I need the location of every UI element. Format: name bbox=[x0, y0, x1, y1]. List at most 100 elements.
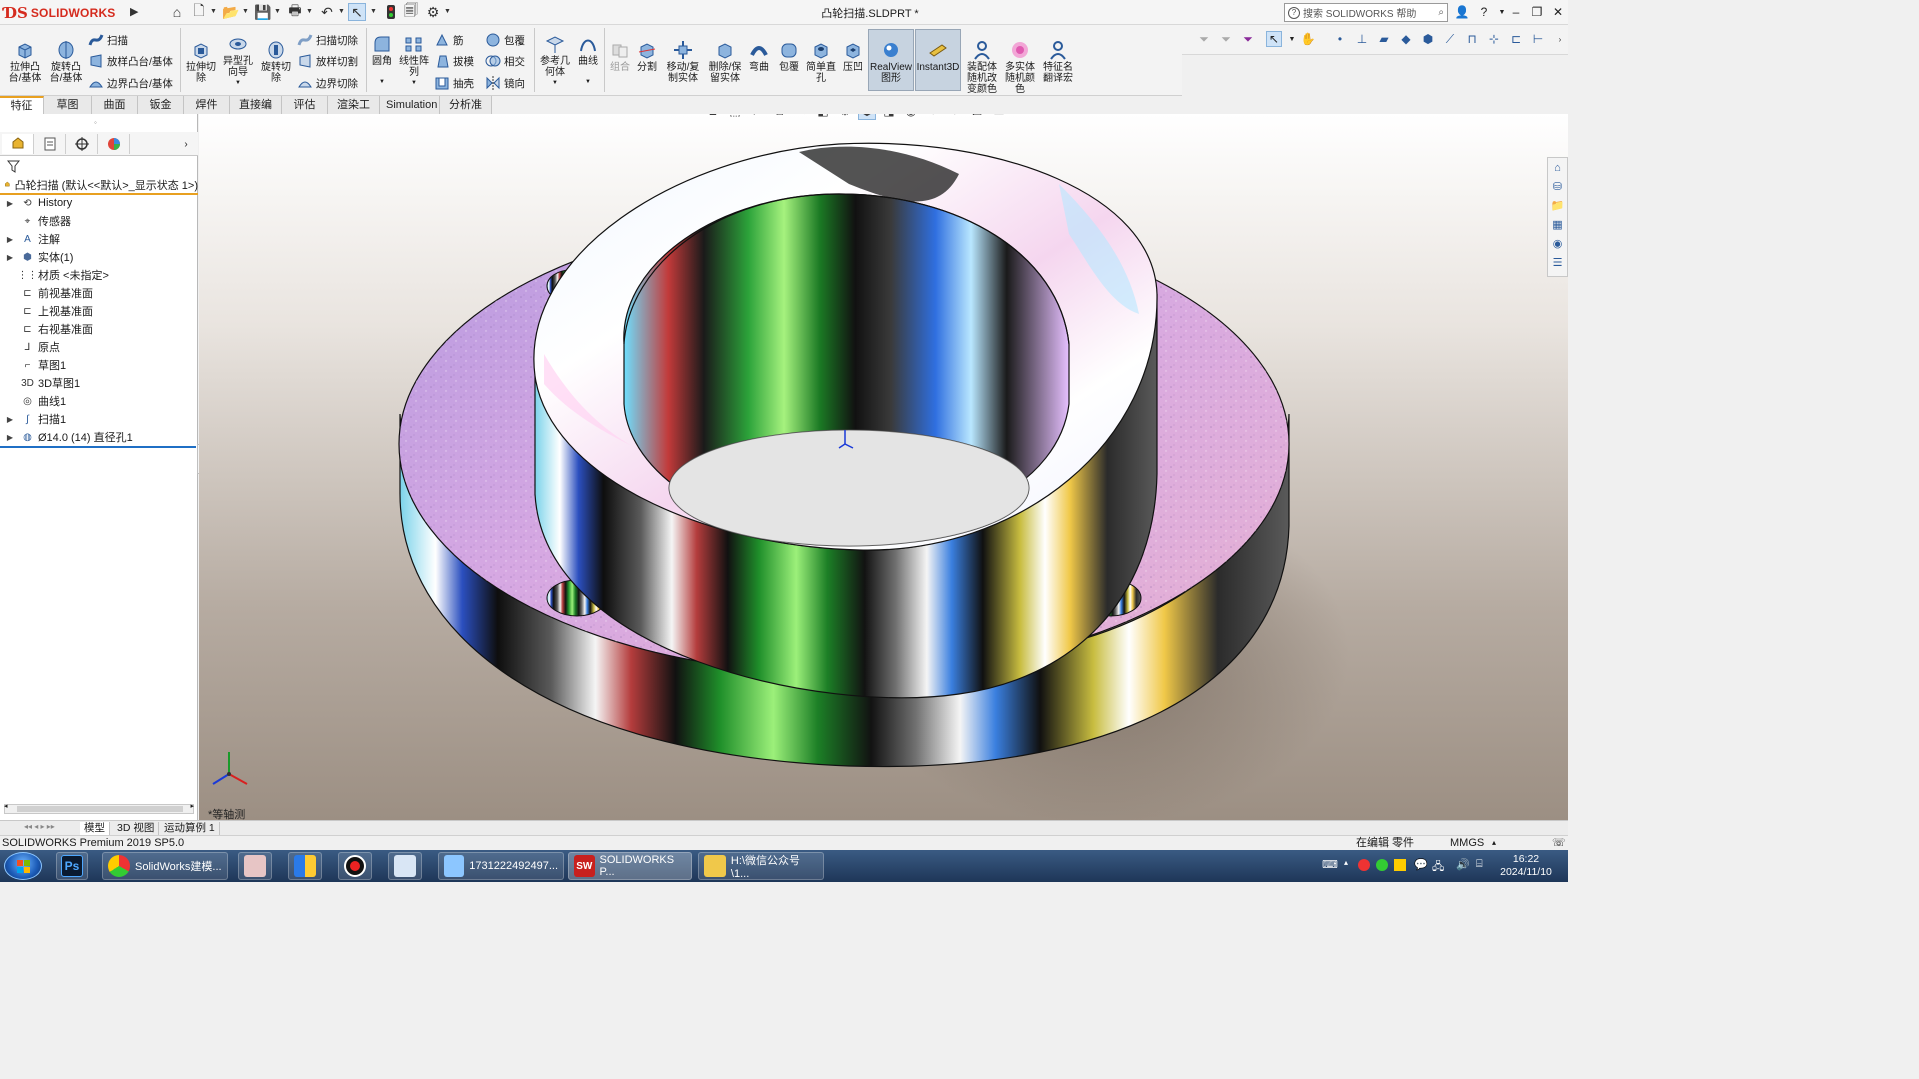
taskbar-app-2[interactable] bbox=[238, 852, 272, 880]
status-help-icon[interactable]: ☏ bbox=[1552, 836, 1566, 850]
search-icon[interactable]: ⌕ bbox=[1438, 7, 1444, 18]
mirror-button[interactable]: 镜向 bbox=[485, 75, 525, 91]
flex-button[interactable]: 弯曲 bbox=[746, 39, 772, 73]
combine-button[interactable]: 组合 bbox=[607, 39, 633, 73]
cam-part-model[interactable] bbox=[199, 114, 1568, 820]
expand-arrow-icon[interactable]: ▶ bbox=[4, 433, 16, 442]
dynamic-annotation-icon[interactable]: ✎ bbox=[792, 114, 810, 120]
taskbar-chrome[interactable]: SolidWorks建模... bbox=[102, 852, 228, 880]
fillet-button[interactable]: 圆角 ▼ bbox=[369, 33, 395, 88]
horizontal-scrollbar[interactable]: ◂ ▸ bbox=[4, 802, 194, 814]
network-icon[interactable]: 🖧 bbox=[1432, 858, 1444, 877]
swept-cut-button[interactable]: 扫描切除 bbox=[297, 32, 358, 48]
tree-item[interactable]: ▶ ⬢ 实体(1) bbox=[0, 248, 198, 266]
filter-toolbar-icon[interactable]: ⏷ bbox=[1240, 31, 1256, 47]
monitor-icon[interactable]: ▭ bbox=[990, 114, 1008, 120]
tree-item[interactable]: ⋮⋮ 材质 <未指定> bbox=[0, 266, 198, 284]
apply-scene-icon[interactable]: ◐ bbox=[946, 114, 964, 120]
edit-appearance-icon[interactable]: ✦ bbox=[924, 114, 942, 120]
wrap-button[interactable]: 包覆 bbox=[485, 32, 525, 48]
menu-expand-icon[interactable]: ▶ bbox=[130, 5, 138, 18]
move-copy-body-button[interactable]: 移动/复 制实体 bbox=[663, 39, 703, 84]
chevron-down-icon[interactable]: ▼ bbox=[338, 8, 345, 15]
indent-button[interactable]: 压凹 bbox=[840, 39, 866, 73]
tree-item[interactable]: ⊏ 前视基准面 bbox=[0, 284, 198, 302]
minimize-window-button[interactable]: – bbox=[1506, 2, 1526, 22]
expand-arrow-icon[interactable]: ▶ bbox=[4, 199, 16, 208]
select-pointer-icon[interactable]: ↖ bbox=[348, 3, 366, 21]
solidworks-resources-icon[interactable]: ⌂ bbox=[1548, 158, 1567, 177]
open-icon[interactable]: 📂 bbox=[222, 3, 240, 21]
chevron-up-icon[interactable]: ▴ bbox=[1492, 836, 1496, 850]
tab-sheet-metal[interactable]: 钣金 bbox=[138, 96, 184, 114]
scroll-left-icon[interactable]: ◂ bbox=[4, 802, 8, 810]
filter-edges-icon[interactable]: ⏷ bbox=[1218, 31, 1234, 47]
viewport-close-button[interactable]: ✕ bbox=[1546, 114, 1560, 116]
select-pointer-icon[interactable]: ↖ bbox=[1266, 31, 1282, 47]
language-icon[interactable]: ⌸ bbox=[1476, 858, 1483, 871]
chevron-down-icon[interactable]: ▼ bbox=[274, 8, 281, 15]
tray-app-icon[interactable] bbox=[1358, 859, 1370, 871]
tab-surfaces[interactable]: 曲面 bbox=[92, 96, 138, 114]
tree-item[interactable]: ▶ ∫ 扫描1 bbox=[0, 410, 198, 428]
section-view-icon[interactable]: ⧉ bbox=[770, 114, 788, 120]
tray-app-icon[interactable] bbox=[1394, 859, 1406, 871]
chevron-right-icon[interactable]: › bbox=[176, 134, 196, 154]
volume-icon[interactable]: 🔊 bbox=[1456, 858, 1470, 871]
tab-render-tools[interactable]: 渲染工具 bbox=[328, 96, 380, 129]
zoom-to-area-icon[interactable]: ⬚ bbox=[726, 114, 744, 120]
extrude-cut-button[interactable]: 拉伸切 除 bbox=[184, 39, 218, 84]
sketch-icon[interactable]: ⊏ bbox=[1508, 31, 1524, 47]
3d-section-icon[interactable]: ◧ bbox=[814, 114, 832, 120]
unit-system-selector[interactable]: MMGS bbox=[1450, 836, 1484, 850]
tree-item[interactable]: 3D 3D草图1 bbox=[0, 374, 198, 392]
display-manager-tab-icon[interactable] bbox=[98, 134, 130, 154]
expand-arrow-icon[interactable]: ▶ bbox=[4, 253, 16, 262]
custom-properties-icon[interactable]: ☰ bbox=[1548, 253, 1567, 272]
tab-features[interactable]: 特征 bbox=[0, 96, 44, 114]
tree-item[interactable]: ⊏ 上视基准面 bbox=[0, 302, 198, 320]
zoom-to-fit-icon[interactable]: ⊻ bbox=[704, 114, 722, 120]
point-icon[interactable]: • bbox=[1332, 31, 1348, 47]
tab-weldments[interactable]: 焊件 bbox=[184, 96, 230, 114]
chevron-down-icon[interactable]: ▼ bbox=[242, 8, 249, 15]
lofted-cut-button[interactable]: 放样切割 bbox=[297, 53, 358, 69]
configuration-manager-tab-icon[interactable] bbox=[66, 134, 98, 154]
realview-graphics-button[interactable]: RealView 图形 bbox=[870, 39, 912, 84]
view-palette-icon[interactable]: ▦ bbox=[1548, 215, 1567, 234]
tree-item[interactable]: ▶ ⟲ History bbox=[0, 194, 198, 212]
draft-button[interactable]: 拔模 bbox=[434, 53, 474, 69]
restore-window-button[interactable]: ❐ bbox=[1527, 2, 1547, 22]
rollback-bar[interactable] bbox=[0, 446, 196, 448]
options-gear-icon[interactable]: ⚙ bbox=[424, 3, 442, 21]
tree-item[interactable]: ⌐ 草图1 bbox=[0, 356, 198, 374]
solidworks-logo[interactable]: ƊS SOLIDWORKS bbox=[4, 2, 128, 23]
wrap-feature-button[interactable]: 包覆 bbox=[776, 39, 802, 73]
taskbar-solidworks[interactable]: SW SOLIDWORKS P... bbox=[568, 852, 692, 880]
new-document-icon[interactable]: 🗋 bbox=[190, 2, 208, 21]
rib-button[interactable]: 筋 bbox=[434, 32, 464, 48]
taskbar-image-viewer[interactable]: 1731222492497... bbox=[438, 852, 564, 880]
tree-item[interactable]: ⊏ 右视基准面 bbox=[0, 320, 198, 338]
file-properties-icon[interactable]: 🗐 bbox=[402, 2, 420, 21]
boundary-boss-button[interactable]: 边界凸台/基体 bbox=[88, 75, 173, 91]
solid-icon[interactable]: ⬢ bbox=[1420, 31, 1436, 47]
curves-button[interactable]: 曲线 ▼ bbox=[575, 33, 601, 88]
viewport-restore-button[interactable]: ❐ bbox=[1525, 114, 1539, 116]
expand-arrow-icon[interactable]: ▶ bbox=[4, 415, 16, 424]
revolve-cut-button[interactable]: 旋转切 除 bbox=[258, 39, 294, 84]
tab-direct-editing[interactable]: 直接编辑 bbox=[230, 96, 282, 129]
tray-app-icon[interactable] bbox=[1376, 859, 1388, 871]
rebuild-icon[interactable] bbox=[382, 3, 400, 21]
tab-analysis-prep[interactable]: 分析准备 bbox=[440, 96, 492, 129]
undo-icon[interactable]: ↶ bbox=[318, 3, 336, 21]
loft-boss-button[interactable]: 放样凸台/基体 bbox=[88, 53, 173, 69]
tab-sketch[interactable]: 草图 bbox=[44, 96, 92, 114]
start-button[interactable] bbox=[4, 852, 42, 880]
filter-icon[interactable]: ⏷ bbox=[1196, 31, 1212, 47]
linear-pattern-button[interactable]: 线性阵 列 ▼ bbox=[398, 33, 430, 89]
plane-icon[interactable]: ▰ bbox=[1376, 31, 1392, 47]
taskbar-photoshop[interactable]: Ps bbox=[56, 852, 88, 880]
simple-hole-button[interactable]: 简单直 孔 bbox=[804, 39, 838, 84]
taskbar-explorer[interactable]: H:\微信公众号\1... bbox=[698, 852, 824, 880]
